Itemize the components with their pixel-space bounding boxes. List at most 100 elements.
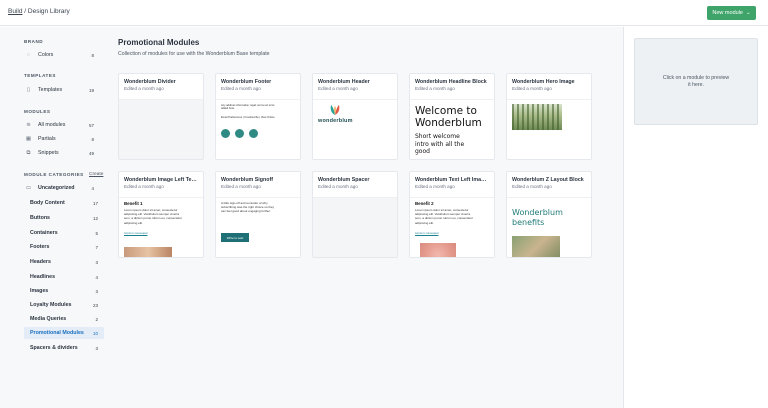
module-card-divider[interactable]: Wonderblum Divider Edited a month ago: [118, 73, 204, 160]
module-edited: Edited a month ago: [512, 184, 552, 189]
module-card-hero-image[interactable]: Wonderblum Hero Image Edited a month ago: [506, 73, 592, 160]
sidebar-item-count: 19: [88, 87, 94, 93]
module-card-image-left-text[interactable]: Wonderblum Image Left Text ... Edited a m…: [118, 171, 204, 258]
module-edited: Edited a month ago: [415, 86, 455, 91]
module-name: Wonderblum Z Layout Block: [512, 177, 584, 183]
sidebar-item-label: Loyalty Modules: [30, 302, 72, 308]
sidebar-item-label: Snippets: [38, 150, 59, 156]
sidebar-item-count: 8: [91, 52, 94, 58]
sidebar-item-buttons[interactable]: Buttons 12: [24, 212, 104, 224]
sidebar-item-loyalty-modules[interactable]: Loyalty Modules 23: [24, 299, 104, 311]
module-edited: Edited a month ago: [124, 86, 164, 91]
sidebar-item-count: 3: [95, 259, 98, 265]
module-preview: [507, 100, 591, 159]
sidebar-item-count: 4: [95, 274, 98, 280]
create-category-link[interactable]: Create: [89, 172, 103, 177]
palette-icon: ◌: [26, 52, 31, 58]
sidebar-item-label: Images: [30, 288, 49, 294]
top-bar: Build / Design Library New module ⌄: [0, 0, 768, 26]
module-edited: Edited a month ago: [512, 86, 552, 91]
sidebar-item-count: 57: [88, 122, 94, 128]
sidebar-item-count: 2: [95, 316, 98, 322]
module-card-z-layout-block[interactable]: Wonderblum Z Layout Block Edited a month …: [506, 171, 592, 258]
document-icon: ▯: [26, 87, 31, 93]
module-name: Wonderblum Headline Block: [415, 79, 487, 85]
module-preview: [119, 100, 203, 159]
preview-body: Lorem ipsum dolor sit amet, consectetur …: [124, 208, 182, 225]
sidebar-item-label: Containers: [30, 230, 58, 236]
section-label-categories: MODULE CATEGORIES: [24, 172, 84, 177]
sidebar-item-label: Headers: [30, 259, 51, 265]
module-name: Wonderblum Divider: [124, 79, 176, 85]
preview-logo-text: wonderblum: [318, 118, 353, 124]
sidebar-item-colors[interactable]: ◌ Colors 8: [24, 49, 100, 61]
sidebar-item-promotional-modules[interactable]: Promotional Modules 10: [24, 327, 104, 339]
sidebar-item-count: 4: [91, 185, 94, 191]
module-edited: Edited a month ago: [221, 86, 261, 91]
sidebar-item-headlines[interactable]: Headlines 4: [24, 271, 104, 283]
module-name: Wonderblum Text Left Image ...: [415, 177, 489, 183]
preview-image: [124, 247, 172, 257]
sidebar-item-containers[interactable]: Containers 5: [24, 227, 104, 239]
sidebar-item-label: Spacers & dividers: [30, 345, 78, 351]
sidebar-item-footers[interactable]: Footers 7: [24, 241, 104, 253]
section-label-templates: TEMPLATES: [24, 73, 56, 78]
sidebar-item-media-queries[interactable]: Media Queries 2: [24, 313, 104, 325]
sidebar-item-count: 3: [95, 345, 98, 351]
sidebar-item-label: Body Content: [30, 200, 65, 206]
sidebar-item-label: All modules: [38, 122, 66, 128]
sidebar-item-label: Templates: [38, 87, 63, 93]
sidebar-item-label: Uncategorized: [38, 185, 75, 191]
module-card-headline-block[interactable]: Wonderblum Headline Block Edited a month …: [409, 73, 495, 160]
grid-icon: ▦: [25, 136, 32, 142]
new-module-button[interactable]: New module ⌄: [707, 6, 756, 20]
social-icon: [235, 129, 244, 138]
sidebar-item-count: 3: [95, 288, 98, 294]
breadcrumb-build-link[interactable]: Build: [8, 8, 22, 15]
sidebar-item-label: Media Queries: [30, 316, 67, 322]
module-preview: Benefit 2 Lorem ipsum dolor sit amet, co…: [410, 198, 494, 257]
module-card-spacer[interactable]: Wonderblum Spacer Edited a month ago: [312, 171, 398, 258]
preview-link: turpis in consequat: [415, 231, 439, 235]
sidebar-item-uncategorized[interactable]: ▭ Uncategorized 4: [24, 182, 100, 194]
module-name: Wonderblum Footer: [221, 79, 272, 85]
sidebar-item-partials[interactable]: ▦ Partials 8: [24, 133, 100, 145]
module-card-header[interactable]: Wonderblum Header Edited a month ago wond…: [312, 73, 398, 160]
module-edited: Edited a month ago: [124, 184, 164, 189]
sidebar-item-count: 8: [91, 136, 94, 142]
module-card-text-left-image[interactable]: Wonderblum Text Left Image ... Edited a m…: [409, 171, 495, 258]
hero-image: [512, 104, 562, 130]
module-name: Wonderblum Hero Image: [512, 79, 575, 85]
sidebar-item-count: 12: [92, 215, 98, 221]
module-preview: Wonderblum benefits: [507, 198, 591, 257]
module-edited: Edited a month ago: [318, 86, 358, 91]
sidebar-item-all-modules[interactable]: ≋ All modules 57: [24, 119, 100, 131]
sidebar-item-spacers-dividers[interactable]: Spacers & dividers 3: [24, 342, 104, 354]
preview-headline: Welcome to Wonderblum: [415, 105, 482, 129]
new-module-label: New module: [712, 10, 743, 16]
sidebar-item-templates[interactable]: ▯ Templates 19: [24, 84, 100, 96]
sidebar-item-images[interactable]: Images 3: [24, 285, 104, 297]
module-name: Wonderblum Spacer: [318, 177, 370, 183]
preview-heading: Benefit 2: [415, 201, 434, 206]
preview-button: Write to web: [221, 233, 249, 242]
module-preview: Benefit 1 Lorem ipsum dolor sit amet, co…: [119, 198, 203, 257]
module-card-footer[interactable]: Wonderblum Footer Edited a month ago Any …: [215, 73, 301, 160]
sidebar-item-body-content[interactable]: Body Content 17: [24, 197, 104, 209]
chevron-down-icon: ⌄: [745, 10, 751, 16]
sidebar: BRAND ◌ Colors 8 TEMPLATES ▯ Templates 1…: [0, 27, 108, 408]
breadcrumb-current: Design Library: [27, 8, 70, 15]
sidebar-item-count: 5: [95, 230, 98, 236]
preview-image: [420, 243, 456, 257]
module-name: Wonderblum Image Left Text ...: [124, 177, 198, 183]
social-icon: [221, 129, 230, 138]
sidebar-item-snippets[interactable]: ⧉ Snippets 49: [24, 147, 100, 159]
module-name: Wonderblum Header: [318, 79, 370, 85]
copy-icon: ⧉: [26, 149, 31, 156]
sidebar-item-label: Buttons: [30, 215, 51, 221]
preview-placeholder-box: Click on a module to preview it here.: [634, 38, 758, 125]
sidebar-item-count: 10: [92, 330, 98, 336]
sidebar-item-headers[interactable]: Headers 3: [24, 256, 104, 268]
sidebar-item-label: Partials: [38, 136, 56, 142]
module-card-signoff[interactable]: Wonderblum Signoff Edited a month ago A l…: [215, 171, 301, 258]
